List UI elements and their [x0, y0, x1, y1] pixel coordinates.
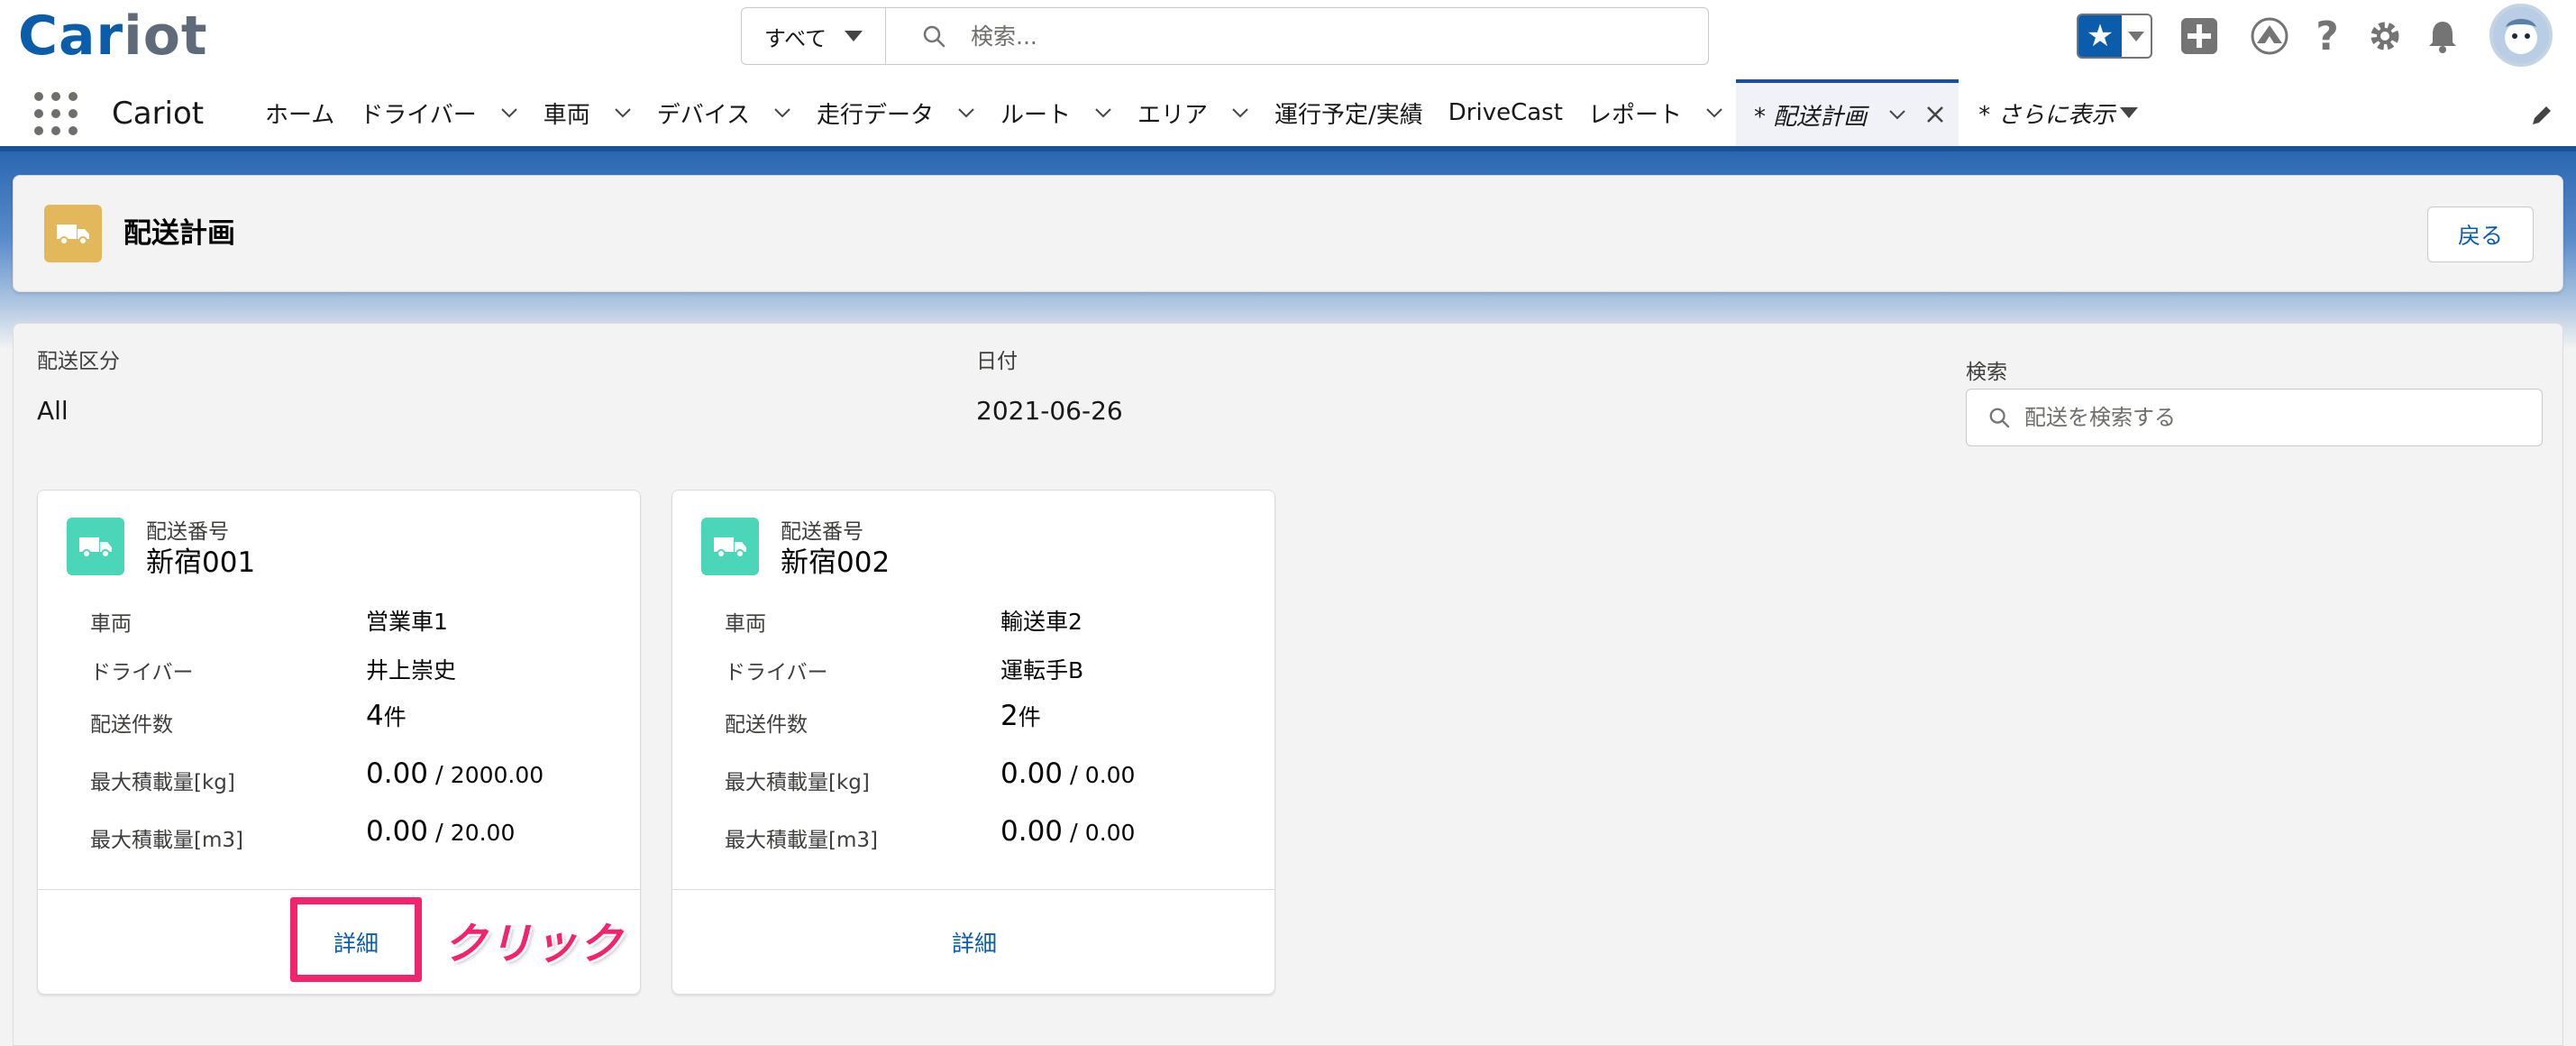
delivery-count-label: 配送件数 — [90, 713, 173, 737]
star-icon[interactable]: ★ — [2078, 15, 2122, 57]
delivery-count-value: 4件 — [366, 700, 406, 732]
nav-more-label: * さらに表示 — [1978, 101, 2115, 129]
date-label: 日付 — [976, 350, 1018, 373]
delivery-count-label: 配送件数 — [725, 713, 808, 737]
delivery-count-value: 2件 — [1000, 700, 1041, 732]
nav-items: ホーム ドライバー 車両 デバイス 走行データ ルート エリア 運行予定/実績 … — [252, 79, 2151, 146]
search-box — [886, 8, 1708, 64]
truck-icon — [44, 205, 102, 262]
vehicle-label: 車両 — [725, 612, 766, 636]
trailhead-icon[interactable] — [2248, 14, 2291, 58]
global-header: Cariot すべて ★ ? — [0, 0, 2576, 79]
nav-item-reports[interactable]: レポート — [1576, 79, 1736, 146]
help-icon[interactable]: ? — [2306, 14, 2349, 60]
detail-button[interactable]: 詳細 — [911, 913, 1037, 971]
max-weight-label: 最大積載量[kg] — [90, 771, 235, 794]
driver-label: ドライバー — [90, 661, 194, 684]
favorites-list-button[interactable] — [2122, 15, 2151, 57]
chevron-down-icon — [2120, 107, 2139, 118]
chevron-down-icon — [2128, 31, 2144, 41]
delivery-truck-icon — [67, 518, 124, 575]
nav-item-vehicles[interactable]: 車両 — [531, 79, 644, 146]
vehicle-value: 輸送車2 — [1000, 609, 1082, 635]
global-search: すべて — [741, 7, 1709, 65]
chevron-down-icon[interactable] — [957, 104, 975, 122]
delivery-card: 配送番号 新宿001 車両 営業車1 ドライバー 井上崇史 配送件数 4件 最大… — [37, 490, 641, 995]
detail-button[interactable]: 詳細 — [293, 913, 419, 971]
nav-item-drivecast[interactable]: DriveCast — [1436, 79, 1576, 146]
nav-item-areas[interactable]: エリア — [1125, 79, 1262, 146]
search-icon — [923, 25, 945, 48]
driver-value: 運転手B — [1000, 657, 1084, 684]
delivery-type-value[interactable]: All — [37, 396, 69, 426]
max-volume-value: 0.00/0.00 — [1000, 815, 1136, 848]
close-icon[interactable] — [1924, 104, 1946, 125]
search-label: 検索 — [1966, 361, 2007, 384]
nav-item-drivers[interactable]: ドライバー — [347, 79, 530, 146]
main-panel: 配送区分 All 日付 2021-06-26 検索 配送番号 新宿001 車両 … — [13, 323, 2563, 1046]
favorites-button-group: ★ — [2077, 14, 2152, 59]
click-annotation: クリック — [443, 919, 625, 969]
nav-more-menu[interactable]: * さらに表示 — [1959, 79, 2151, 146]
max-weight-label: 最大積載量[kg] — [725, 771, 870, 794]
back-button[interactable]: 戻る — [2427, 206, 2534, 262]
nav-item-routes[interactable]: ルート — [988, 79, 1125, 146]
vehicle-value: 営業車1 — [366, 609, 448, 635]
max-volume-label: 最大積載量[m3] — [90, 829, 243, 852]
logo-text-part2: iot — [123, 5, 208, 68]
nav-item-schedule[interactable]: 運行予定/実績 — [1262, 79, 1436, 146]
tab-delivery-plan[interactable]: * 配送計画 — [1735, 79, 1959, 146]
tab-delivery-plan-label: * 配送計画 — [1753, 103, 1868, 131]
max-weight-value: 0.00/2000.00 — [366, 757, 544, 790]
page-title: 配送計画 — [123, 217, 235, 250]
card-footer: 詳細 クリック — [38, 889, 640, 994]
app-nav-bar: Cariot ホーム ドライバー 車両 デバイス 走行データ ルート エリア 運… — [0, 79, 2576, 151]
chevron-down-icon — [845, 31, 863, 41]
global-search-input[interactable] — [971, 23, 1512, 50]
chevron-down-icon[interactable] — [1888, 106, 1906, 124]
nav-item-driving-data[interactable]: 走行データ — [804, 79, 988, 146]
driver-value: 井上崇史 — [366, 657, 457, 684]
avatar[interactable] — [2489, 4, 2553, 67]
notification-bell-icon[interactable] — [2421, 14, 2464, 58]
max-volume-label: 最大積載量[m3] — [725, 829, 878, 852]
add-icon[interactable] — [2178, 14, 2221, 58]
app-name: Cariot — [112, 96, 205, 132]
nav-item-devices[interactable]: デバイス — [644, 79, 804, 146]
card-footer: 詳細 — [672, 889, 1274, 994]
chevron-down-icon[interactable] — [1094, 104, 1112, 122]
setup-gear-icon[interactable] — [2363, 14, 2407, 58]
delivery-type-label: 配送区分 — [37, 350, 120, 373]
chevron-down-icon[interactable] — [1231, 104, 1249, 122]
page-header: 配送計画 戻る — [13, 175, 2563, 292]
max-weight-value: 0.00/0.00 — [1000, 757, 1136, 790]
cariot-logo[interactable]: Car iot — [18, 0, 208, 72]
driver-label: ドライバー — [725, 661, 828, 684]
search-scope-label: すべて — [763, 25, 827, 51]
card-title: 新宿001 — [146, 546, 256, 579]
app-launcher-icon[interactable] — [34, 92, 78, 135]
chevron-down-icon[interactable] — [773, 104, 791, 122]
search-scope-dropdown[interactable]: すべて — [742, 8, 886, 64]
delivery-search-field — [1966, 389, 2543, 446]
logo-text-part1: Car — [18, 5, 124, 68]
chevron-down-icon[interactable] — [500, 104, 518, 122]
delivery-card: 配送番号 新宿002 車両 輸送車2 ドライバー 運転手B 配送件数 2件 最大… — [671, 490, 1275, 995]
search-icon — [1989, 408, 2010, 428]
chevron-down-icon[interactable] — [614, 104, 632, 122]
delivery-truck-icon — [701, 518, 759, 575]
vehicle-label: 車両 — [90, 612, 132, 636]
card-title: 新宿002 — [781, 546, 891, 579]
date-value[interactable]: 2021-06-26 — [976, 396, 1123, 426]
chevron-down-icon[interactable] — [1705, 104, 1723, 122]
delivery-search-input[interactable] — [2024, 405, 2529, 430]
edit-nav-pencil-icon[interactable] — [2529, 103, 2554, 128]
max-volume-value: 0.00/20.00 — [366, 815, 516, 848]
nav-item-home[interactable]: ホーム — [252, 79, 347, 146]
